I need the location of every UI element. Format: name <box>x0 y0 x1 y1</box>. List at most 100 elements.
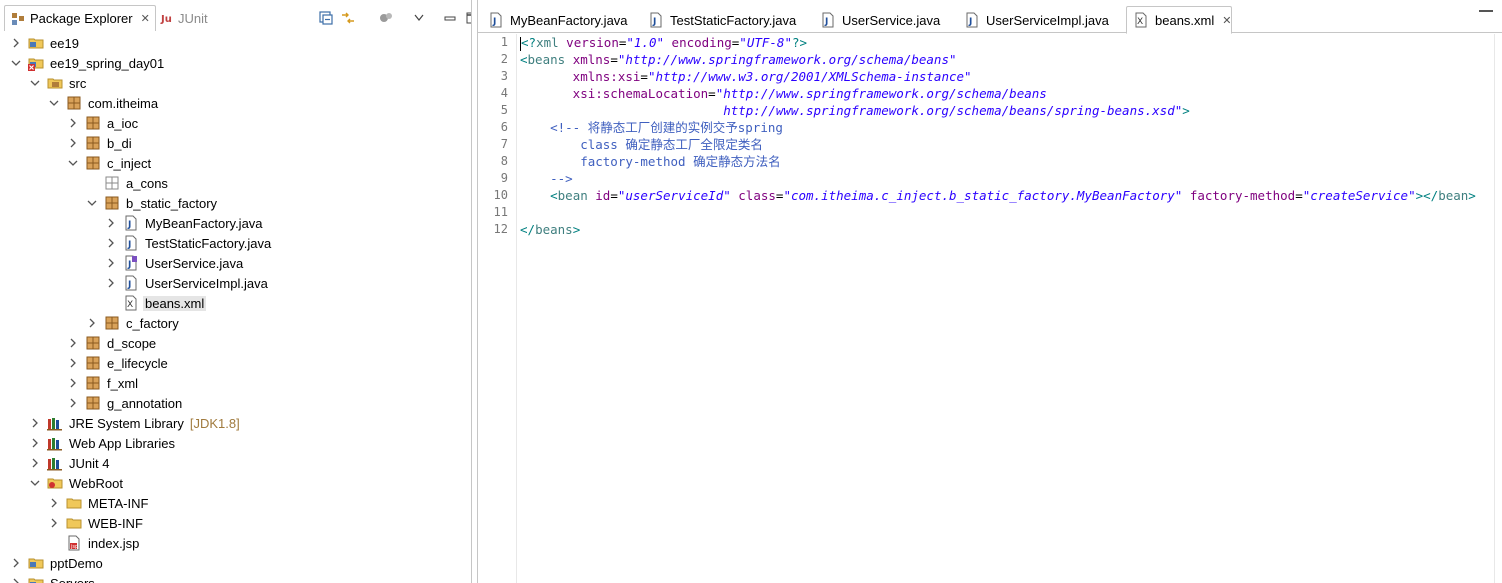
code-line: <!-- 将静态工厂创建的实例交予spring <box>520 119 1500 136</box>
code-text[interactable]: <?xml version="1.0" encoding="UTF-8"?> <b… <box>520 34 1500 583</box>
line-number: 2 <box>500 52 508 66</box>
code-token: <? <box>521 35 537 50</box>
tree-item-label: ee19_spring_day01 <box>50 55 165 71</box>
chevron-right-icon[interactable] <box>67 357 79 369</box>
svg-text:J: J <box>968 17 972 27</box>
tree-item[interactable]: Servers <box>0 573 471 583</box>
package-icon <box>104 315 120 331</box>
chevron-down-icon[interactable] <box>86 197 98 209</box>
maximize-icon[interactable] <box>464 10 471 26</box>
minimize-icon[interactable] <box>1479 10 1493 12</box>
tree-item[interactable]: e_lifecycle <box>0 353 471 373</box>
tab-label: UserServiceImpl.java <box>986 12 1109 28</box>
tree-item[interactable]: Xbeans.xml <box>0 293 471 313</box>
chevron-right-icon[interactable] <box>105 277 117 289</box>
chevron-right-icon[interactable] <box>48 517 60 529</box>
chevron-down-icon[interactable] <box>29 77 41 89</box>
package-icon <box>85 115 101 131</box>
svg-text:Ju: Ju <box>160 14 172 25</box>
tree-item[interactable]: WEB-INF <box>0 513 471 533</box>
tree-item[interactable]: J UserService.java <box>0 253 471 273</box>
chevron-right-icon[interactable] <box>67 397 79 409</box>
tree-item[interactable]: com.itheima <box>0 93 471 113</box>
tree-item[interactable]: a_cons <box>0 173 471 193</box>
chevron-right-icon[interactable] <box>48 497 60 509</box>
svg-text:J: J <box>492 17 496 27</box>
xml-file-icon: X <box>1133 12 1149 28</box>
package-icon <box>85 335 101 351</box>
tree-item[interactable]: J TestStaticFactory.java <box>0 233 471 253</box>
chevron-right-icon[interactable] <box>105 237 117 249</box>
tree-item[interactable]: JUnit 4 <box>0 453 471 473</box>
chevron-right-icon[interactable] <box>86 317 98 329</box>
tab-userservice[interactable]: J UserService.java <box>814 7 940 33</box>
link-with-editor-icon[interactable] <box>340 10 356 26</box>
chevron-right-icon[interactable] <box>10 577 22 583</box>
tree-item[interactable]: c_inject <box>0 153 471 173</box>
chevron-right-icon[interactable] <box>10 37 22 49</box>
tree-item[interactable]: JRE System Library [JDK1.8] <box>0 413 471 433</box>
tree-item[interactable]: src <box>0 73 471 93</box>
tree-item-label: f_xml <box>107 375 139 391</box>
tree-item[interactable]: b_di <box>0 133 471 153</box>
code-token: "http://www.springframework.org/schema/b… <box>617 52 957 67</box>
tree-item[interactable]: ee19 <box>0 33 471 53</box>
focus-icon[interactable] <box>378 10 394 26</box>
minimize-icon[interactable] <box>442 10 458 26</box>
chevron-right-icon[interactable] <box>67 337 79 349</box>
chevron-down-icon[interactable] <box>10 57 22 69</box>
collapse-all-icon[interactable] <box>318 10 334 26</box>
chevron-right-icon[interactable] <box>29 457 41 469</box>
tree-item-label: a_ioc <box>107 115 139 131</box>
tree-item[interactable]: c_factory <box>0 313 471 333</box>
tree-item[interactable]: J MyBeanFactory.java <box>0 213 471 233</box>
chevron-right-icon[interactable] <box>105 217 117 229</box>
tab-beans-xml[interactable]: X beans.xml ✕ <box>1126 6 1232 34</box>
tree-item[interactable]: WebRoot <box>0 473 471 493</box>
tab-label: UserService.java <box>842 12 941 28</box>
line-number: 1 <box>500 35 508 49</box>
tree-item[interactable]: g_annotation <box>0 393 471 413</box>
tab-label: TestStaticFactory.java <box>670 12 797 28</box>
view-menu-icon[interactable] <box>414 10 426 26</box>
tree-item[interactable]: ee19_spring_day01 <box>0 53 471 73</box>
tree-item[interactable]: a_ioc <box>0 113 471 133</box>
code-token: "1.0" <box>626 35 665 50</box>
chevron-down-icon[interactable] <box>48 97 60 109</box>
code-token: "http://www.w3.org/2001/XMLSchema-instan… <box>647 69 972 84</box>
tree-item[interactable]: Web App Libraries <box>0 433 471 453</box>
chevron-right-icon[interactable] <box>10 557 22 569</box>
tab-userserviceimpl[interactable]: J UserServiceImpl.java <box>958 7 1109 33</box>
chevron-right-icon[interactable] <box>105 257 117 269</box>
tree-item[interactable]: f_xml <box>0 373 471 393</box>
chevron-down-icon[interactable] <box>67 157 79 169</box>
tab-mybeanfactory[interactable]: J MyBeanFactory.java <box>482 7 628 33</box>
close-icon[interactable]: ✕ <box>141 12 150 25</box>
tree-item[interactable]: META-INF <box>0 493 471 513</box>
line-number: 6 <box>500 120 508 134</box>
chevron-right-icon[interactable] <box>29 437 41 449</box>
tab-teststaticfactory[interactable]: J TestStaticFactory.java <box>642 7 796 33</box>
tree-item[interactable]: d_scope <box>0 333 471 353</box>
tree-item-label: src <box>69 75 87 91</box>
chevron-down-icon[interactable] <box>29 477 41 489</box>
close-icon[interactable]: ✕ <box>1222 14 1231 27</box>
chevron-right-icon[interactable] <box>29 417 41 429</box>
tab-junit[interactable]: Ju JUnit <box>158 5 208 31</box>
tree-item[interactable]: J UserServiceImpl.java <box>0 273 471 293</box>
tree-item[interactable]: pptDemo <box>0 553 471 573</box>
chevron-right-icon[interactable] <box>67 377 79 389</box>
xml-source-editor[interactable]: 1 2 3 4 5 6 7 8 9 10 11 12 <?xml version="1.0" enco… <box>478 34 1502 583</box>
chevron-right-icon[interactable] <box>67 117 79 129</box>
code-token: beans <box>527 52 566 67</box>
package-icon <box>85 355 101 371</box>
tree-item[interactable]: b_static_factory <box>0 193 471 213</box>
tree-item[interactable]: jsp index.jsp <box>0 533 471 553</box>
package-icon <box>104 195 120 211</box>
chevron-right-icon[interactable] <box>67 137 79 149</box>
explorer-toolbar <box>318 10 471 26</box>
line-number: 9 <box>500 171 508 185</box>
tab-label: JUnit <box>178 10 208 26</box>
tab-package-explorer[interactable]: Package Explorer ✕ <box>4 5 156 31</box>
package-icon <box>85 155 101 171</box>
